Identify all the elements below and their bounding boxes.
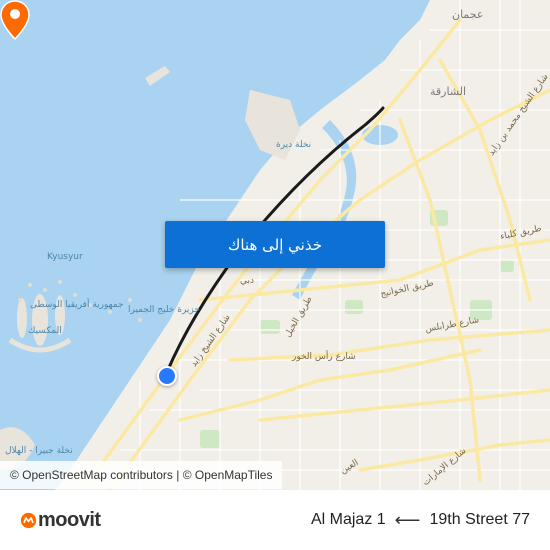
brand-name: moovit xyxy=(38,508,101,531)
footer-bar: moovit Al Majaz 1 ⟵ 19th Street 77 xyxy=(0,490,550,550)
route-summary: Al Majaz 1 ⟵ 19th Street 77 xyxy=(311,510,530,531)
map-widget: عجمان الشارقة Kyusyur نخلة ديرة جمهورية … xyxy=(0,0,550,550)
take-me-there-button[interactable]: خذني إلى هناك xyxy=(165,221,385,268)
origin-dot-icon[interactable] xyxy=(157,366,177,386)
moovit-pin-icon xyxy=(20,512,37,528)
arrow-left-icon: ⟵ xyxy=(394,509,421,530)
map-attribution[interactable]: © OpenStreetMap contributors | © OpenMap… xyxy=(0,461,283,489)
origin-name: 19th Street 77 xyxy=(429,511,530,528)
map-canvas[interactable]: عجمان الشارقة Kyusyur نخلة ديرة جمهورية … xyxy=(0,0,550,490)
destination-name: Al Majaz 1 xyxy=(310,511,386,528)
moovit-logo[interactable]: moovit xyxy=(20,509,101,532)
destination-pin-icon[interactable] xyxy=(0,0,30,40)
